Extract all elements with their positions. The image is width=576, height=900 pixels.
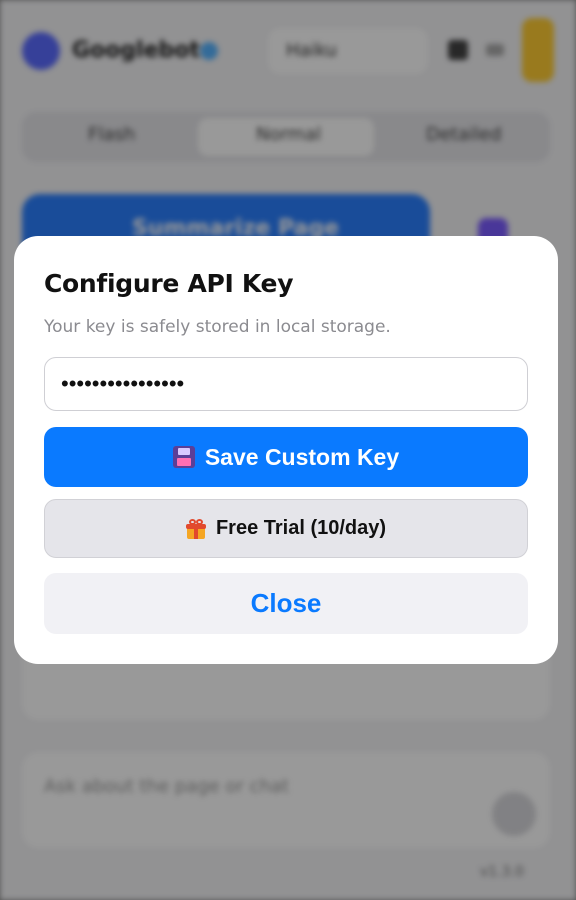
dialog-title: Configure API Key <box>44 269 294 298</box>
free-trial-button[interactable]: Free Trial (10/day) <box>44 499 528 558</box>
gift-icon <box>185 518 206 539</box>
save-custom-key-button[interactable]: Save Custom Key <box>44 427 528 487</box>
api-key-input[interactable] <box>44 357 528 411</box>
dialog-subtitle: Your key is safely stored in local stora… <box>44 317 391 337</box>
trial-button-label: Free Trial (10/day) <box>215 517 387 539</box>
close-button[interactable]: Close <box>44 573 528 634</box>
floppy-disk-icon <box>172 446 195 468</box>
save-button-label: Save Custom Key <box>204 443 400 470</box>
close-button-label: Close <box>250 588 322 618</box>
api-key-dialog: Configure API Key Your key is safely sto… <box>14 236 558 664</box>
